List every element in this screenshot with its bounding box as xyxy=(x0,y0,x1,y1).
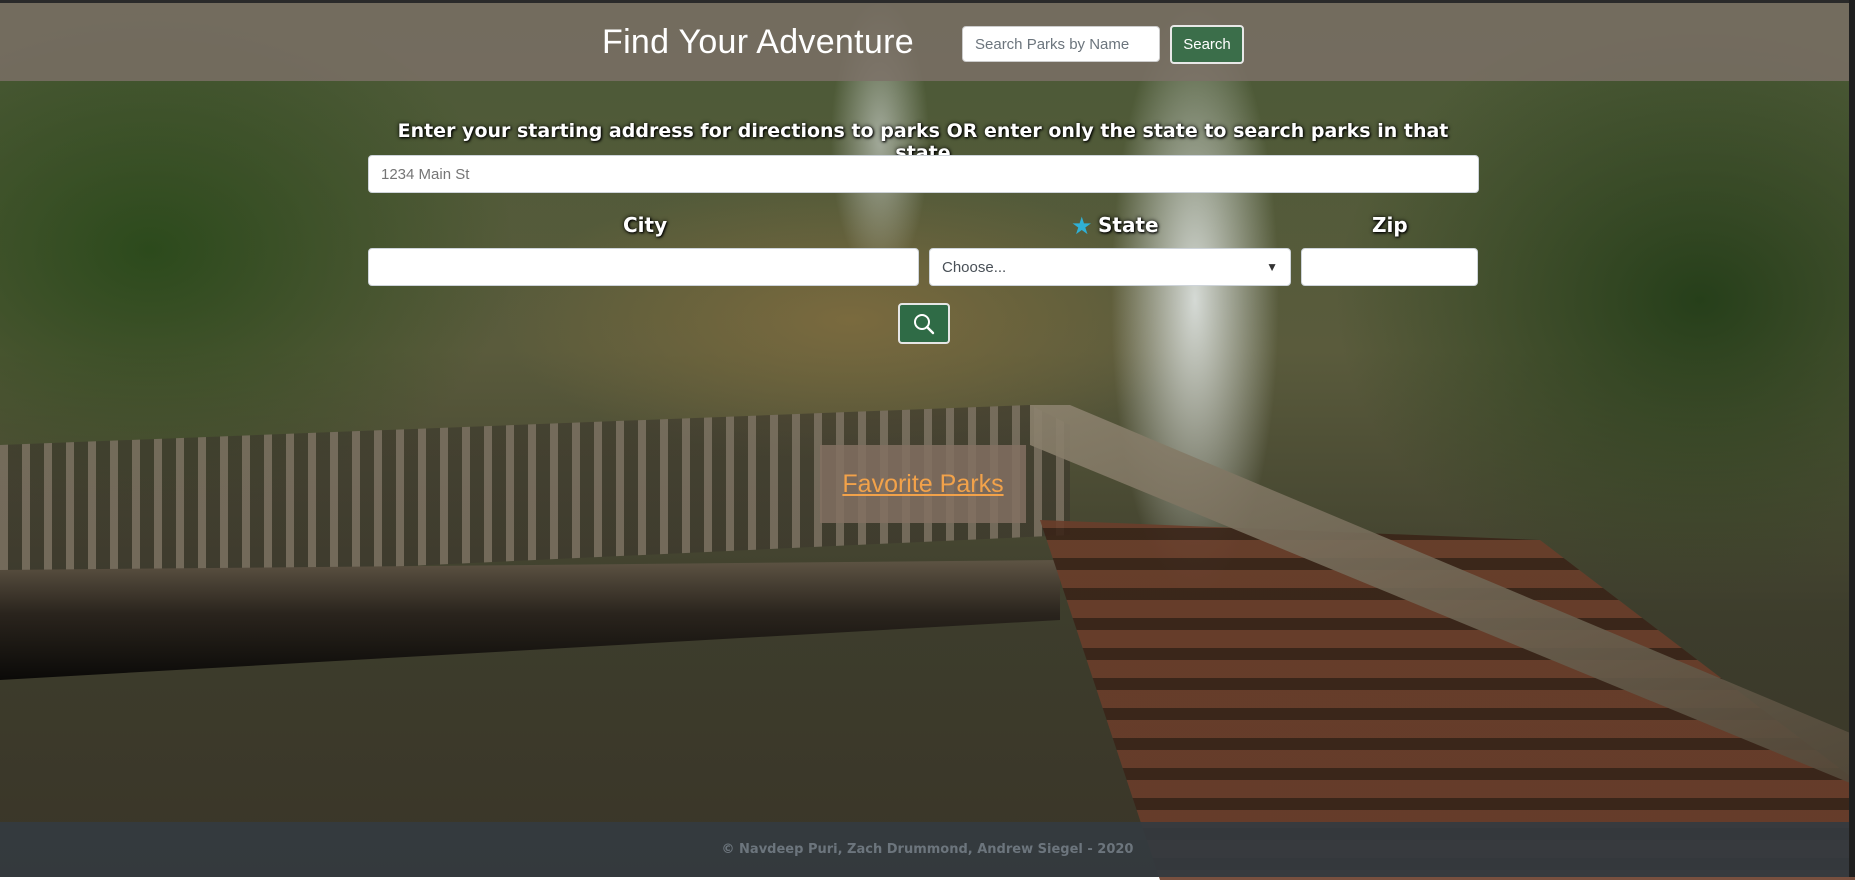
zip-label: Zip xyxy=(1372,213,1408,237)
window-edge xyxy=(1849,0,1855,877)
state-select-value: Choose... xyxy=(942,258,1007,276)
city-label: City xyxy=(623,213,668,237)
footer: © Navdeep Puri, Zach Drummond, Andrew Si… xyxy=(0,822,1855,877)
star-icon: ★ xyxy=(1071,212,1093,240)
name-search-button[interactable]: Search xyxy=(1170,25,1244,64)
state-label: State xyxy=(1098,213,1159,237)
chevron-down-icon: ▼ xyxy=(1266,260,1278,274)
copyright-text: © Navdeep Puri, Zach Drummond, Andrew Si… xyxy=(721,842,1134,857)
park-name-search-input[interactable] xyxy=(962,26,1160,62)
site-title[interactable]: Find Your Adventure xyxy=(602,23,914,62)
favorite-parks-link[interactable]: Favorite Parks xyxy=(842,470,1003,499)
state-select[interactable]: Choose... ▼ xyxy=(929,248,1291,286)
search-icon xyxy=(914,313,935,334)
street-address-input[interactable] xyxy=(368,155,1479,193)
favorites-panel: Favorite Parks xyxy=(820,445,1026,523)
header-bar: Find Your Adventure Search xyxy=(0,0,1855,81)
zip-input[interactable] xyxy=(1301,248,1478,286)
city-input[interactable] xyxy=(368,248,919,286)
address-search-button[interactable] xyxy=(898,303,950,344)
